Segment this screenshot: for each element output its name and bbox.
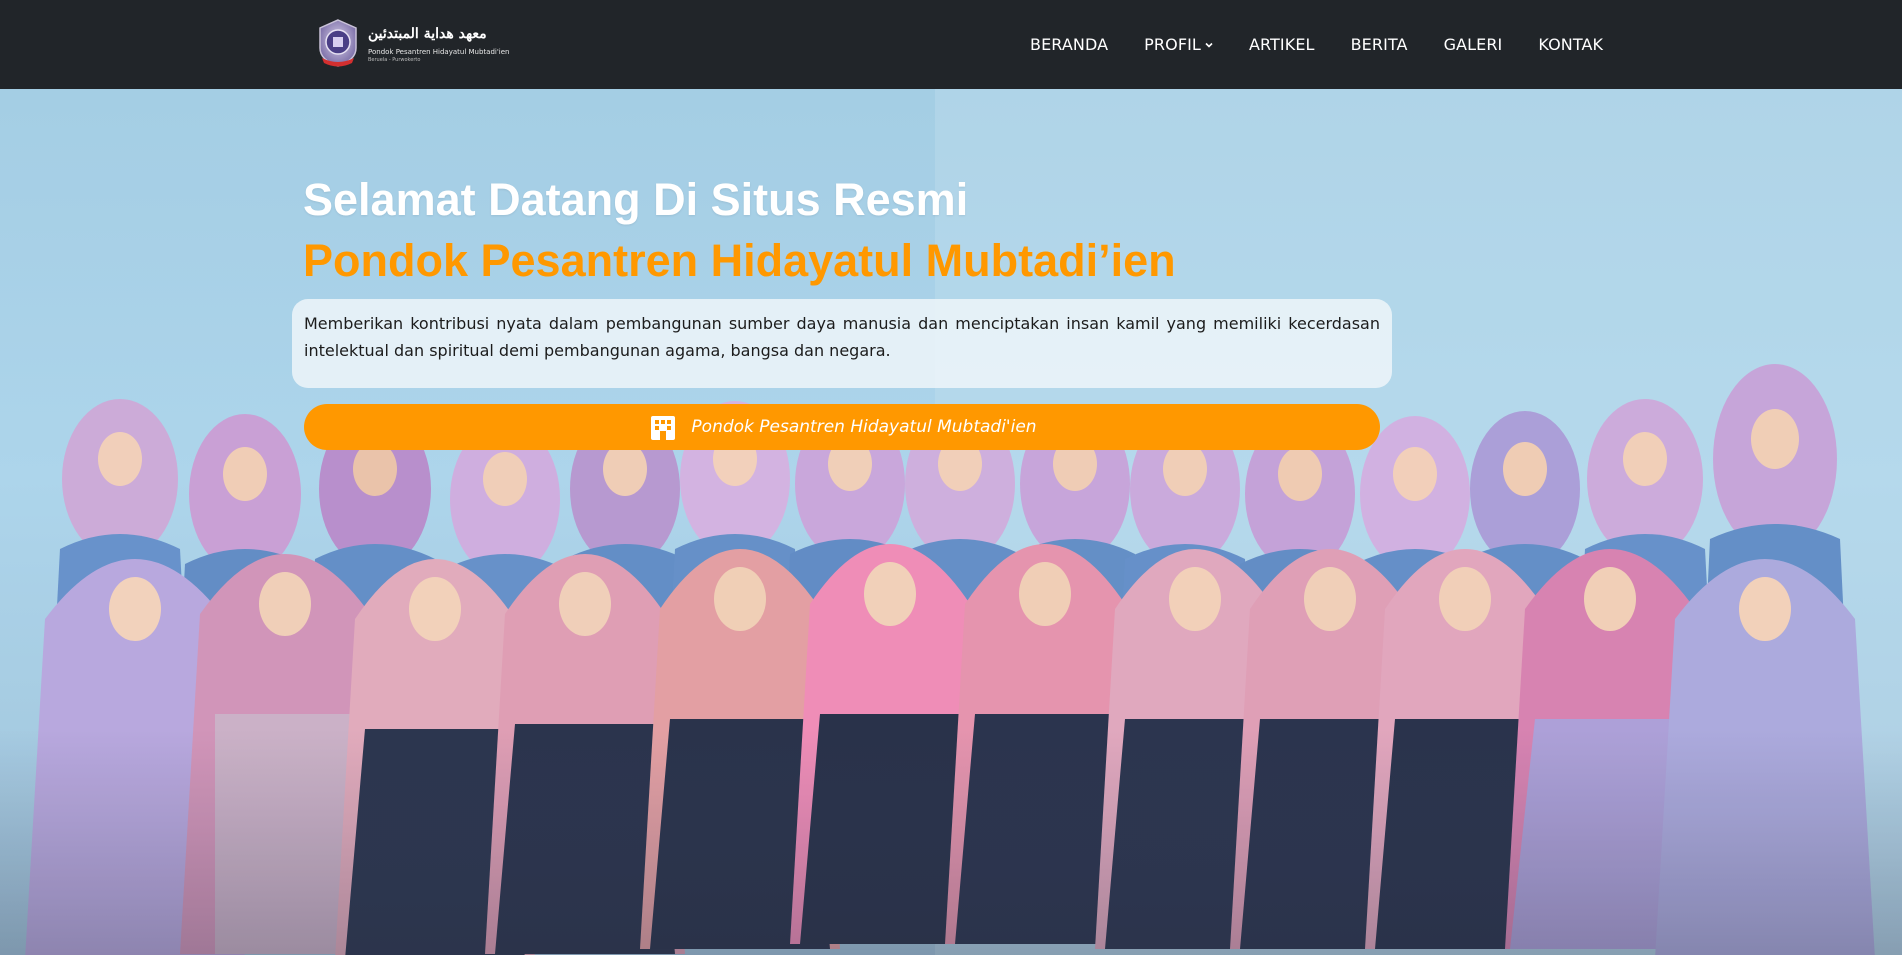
brand-subtitle: Beruela - Purwokerto — [368, 56, 421, 63]
nav-artikel-label: ARTIKEL — [1248, 35, 1315, 54]
nav-galeri[interactable]: GALERI — [1444, 35, 1503, 54]
brand-logo-link[interactable]: معهد هداية المبتدئين Pondok Pesantren Hi… — [316, 18, 509, 68]
nav-profil[interactable]: PROFIL — [1144, 35, 1213, 54]
hero-section: Selamat Datang Di Situs Resmi Pondok Pes… — [0, 89, 1902, 955]
nav-beranda-label: BERANDA — [1030, 35, 1109, 54]
pesantren-emblem-icon — [319, 19, 357, 67]
mission-box: Memberikan kontribusi nyata dalam pemban… — [292, 299, 1392, 388]
chevron-down-icon — [1205, 42, 1213, 48]
nav-profil-label: PROFIL — [1144, 35, 1201, 54]
top-navbar: معهد هداية المبتدئين Pondok Pesantren Hi… — [0, 0, 1902, 89]
main-nav: BERANDA PROFIL ARTIKEL BERITA GALERI KON… — [1012, 0, 1621, 89]
nav-berita-label: BERITA — [1350, 35, 1408, 54]
cta-label: Pondok Pesantren Hidayatul Mubtadi'ien — [691, 417, 1037, 437]
mission-text: Memberikan kontribusi nyata dalam pemban… — [304, 314, 1380, 360]
nav-kontak-label: KONTAK — [1538, 35, 1604, 54]
nav-galeri-label: GALERI — [1443, 35, 1503, 54]
nav-berita[interactable]: BERITA — [1351, 35, 1408, 54]
hero-title-line1: Selamat Datang Di Situs Resmi — [303, 174, 969, 225]
pesantren-cta-button[interactable]: Pondok Pesantren Hidayatul Mubtadi'ien — [304, 404, 1380, 450]
nav-kontak[interactable]: KONTAK — [1538, 35, 1603, 54]
nav-beranda[interactable]: BERANDA — [1030, 35, 1108, 54]
nav-artikel[interactable]: ARTIKEL — [1249, 35, 1315, 54]
brand-name: Pondok Pesantren Hidayatul Mubtadi'ien — [368, 47, 510, 56]
building-icon — [651, 416, 676, 440]
brand-arabic-name: معهد هداية المبتدئين — [368, 25, 487, 42]
hero-title-line2: Pondok Pesantren Hidayatul Mubtadi’ien — [303, 235, 1176, 286]
